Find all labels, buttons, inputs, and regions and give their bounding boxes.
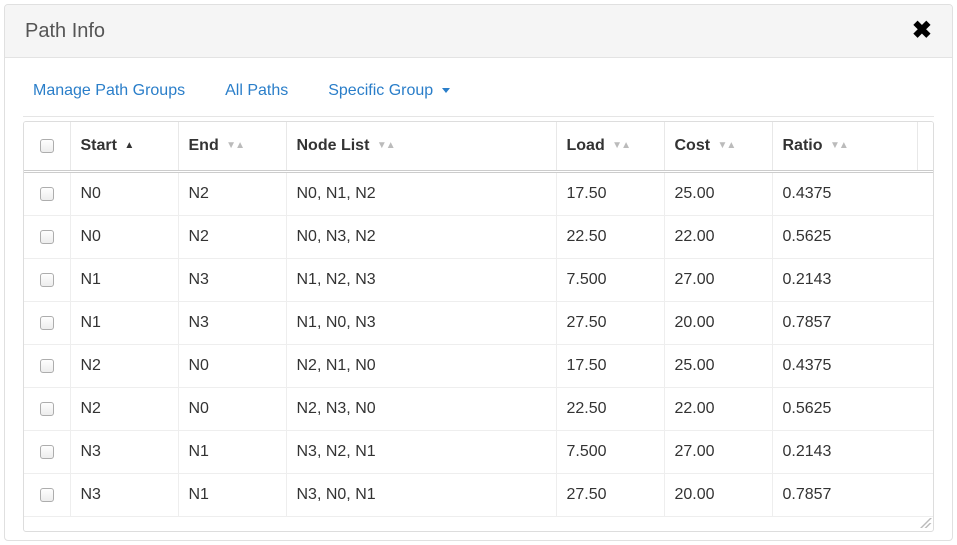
cell-start: N3 [70, 431, 178, 474]
table-row[interactable]: N0N2N0, N3, N222.5022.000.5625 [24, 216, 933, 259]
cell-end: N3 [178, 259, 286, 302]
cell-load: 7.500 [556, 431, 664, 474]
cell-nodelist: N1, N0, N3 [286, 302, 556, 345]
row-checkbox[interactable] [40, 316, 54, 330]
cell-nodelist: N1, N2, N3 [286, 259, 556, 302]
cell-load: 17.50 [556, 345, 664, 388]
row-checkbox[interactable] [40, 488, 54, 502]
cell-end: N2 [178, 173, 286, 216]
cell-nodelist: N0, N1, N2 [286, 173, 556, 216]
cell-start: N0 [70, 173, 178, 216]
cell-end: N0 [178, 388, 286, 431]
cell-cost: 27.00 [664, 431, 772, 474]
cell-cost: 22.00 [664, 388, 772, 431]
close-icon: ✖ [912, 17, 932, 44]
cell-start: N1 [70, 302, 178, 345]
cell-cost: 20.00 [664, 474, 772, 517]
cell-cost: 22.00 [664, 216, 772, 259]
caret-down-icon [442, 88, 450, 93]
manage-path-groups-link[interactable]: Manage Path Groups [33, 82, 185, 100]
cell-load: 27.50 [556, 474, 664, 517]
cell-load: 27.50 [556, 302, 664, 345]
row-checkbox[interactable] [40, 187, 54, 201]
sort-icon: ▲ [124, 140, 133, 151]
cell-ratio: 0.2143 [772, 431, 933, 474]
cell-nodelist: N2, N1, N0 [286, 345, 556, 388]
all-paths-link[interactable]: All Paths [225, 82, 288, 100]
cell-load: 22.50 [556, 388, 664, 431]
header-ratio[interactable]: Ratio ▼▲ [772, 122, 917, 172]
cell-end: N1 [178, 431, 286, 474]
cell-load: 22.50 [556, 216, 664, 259]
panel-title: Path Info [25, 20, 105, 43]
header-load[interactable]: Load ▼▲ [556, 122, 664, 172]
sort-icon: ▼▲ [377, 140, 395, 151]
cell-cost: 20.00 [664, 302, 772, 345]
cell-nodelist: N3, N0, N1 [286, 474, 556, 517]
row-checkbox[interactable] [40, 359, 54, 373]
row-checkbox[interactable] [40, 230, 54, 244]
cell-start: N0 [70, 216, 178, 259]
cell-ratio: 0.5625 [772, 216, 933, 259]
header-select-all[interactable] [24, 122, 70, 172]
cell-end: N0 [178, 345, 286, 388]
cell-start: N1 [70, 259, 178, 302]
sort-icon: ▼▲ [612, 140, 630, 151]
table-row[interactable]: N0N2N0, N1, N217.5025.000.4375 [24, 173, 933, 216]
cell-end: N3 [178, 302, 286, 345]
cell-load: 17.50 [556, 173, 664, 216]
header-nodelist[interactable]: Node List ▼▲ [286, 122, 556, 172]
header-end[interactable]: End ▼▲ [178, 122, 286, 172]
sort-icon: ▼▲ [830, 140, 848, 151]
cell-nodelist: N2, N3, N0 [286, 388, 556, 431]
table-row[interactable]: N2N0N2, N1, N017.5025.000.4375 [24, 345, 933, 388]
table-body-scroll[interactable]: N0N2N0, N1, N217.5025.000.4375N0N2N0, N3… [24, 173, 933, 531]
specific-group-label: Specific Group [328, 82, 433, 99]
path-info-panel: Path Info ✖ Manage Path Groups All Paths… [4, 4, 953, 541]
cell-ratio: 0.7857 [772, 302, 933, 345]
specific-group-dropdown[interactable]: Specific Group [328, 82, 449, 100]
cell-nodelist: N0, N3, N2 [286, 216, 556, 259]
table-row[interactable]: N1N3N1, N0, N327.5020.000.7857 [24, 302, 933, 345]
header-cost[interactable]: Cost ▼▲ [664, 122, 772, 172]
cell-ratio: 0.2143 [772, 259, 933, 302]
cell-ratio: 0.5625 [772, 388, 933, 431]
cell-cost: 25.00 [664, 173, 772, 216]
cell-cost: 25.00 [664, 345, 772, 388]
panel-body: Manage Path Groups All Paths Specific Gr… [5, 58, 952, 540]
cell-ratio: 0.4375 [772, 345, 933, 388]
cell-start: N3 [70, 474, 178, 517]
path-table-container: Start ▲ End ▼▲ Node List ▼▲ Load [23, 121, 934, 532]
cell-nodelist: N3, N2, N1 [286, 431, 556, 474]
row-checkbox[interactable] [40, 273, 54, 287]
cell-start: N2 [70, 345, 178, 388]
header-start[interactable]: Start ▲ [70, 122, 178, 172]
table-row[interactable]: N1N3N1, N2, N37.50027.000.2143 [24, 259, 933, 302]
sort-icon: ▼▲ [718, 140, 736, 151]
path-table-header: Start ▲ End ▼▲ Node List ▼▲ Load [24, 122, 933, 173]
sort-icon: ▼▲ [226, 140, 244, 151]
cell-ratio: 0.7857 [772, 474, 933, 517]
close-button[interactable]: ✖ [912, 19, 932, 43]
table-row[interactable]: N3N1N3, N2, N17.50027.000.2143 [24, 431, 933, 474]
cell-end: N1 [178, 474, 286, 517]
cell-ratio: 0.4375 [772, 173, 933, 216]
toolbar: Manage Path Groups All Paths Specific Gr… [23, 76, 934, 117]
cell-cost: 27.00 [664, 259, 772, 302]
select-all-checkbox[interactable] [40, 139, 54, 153]
row-checkbox[interactable] [40, 402, 54, 416]
table-row[interactable]: N2N0N2, N3, N022.5022.000.5625 [24, 388, 933, 431]
cell-end: N2 [178, 216, 286, 259]
panel-header: Path Info ✖ [5, 5, 952, 58]
cell-start: N2 [70, 388, 178, 431]
cell-load: 7.500 [556, 259, 664, 302]
table-row[interactable]: N3N1N3, N0, N127.5020.000.7857 [24, 474, 933, 517]
row-checkbox[interactable] [40, 445, 54, 459]
